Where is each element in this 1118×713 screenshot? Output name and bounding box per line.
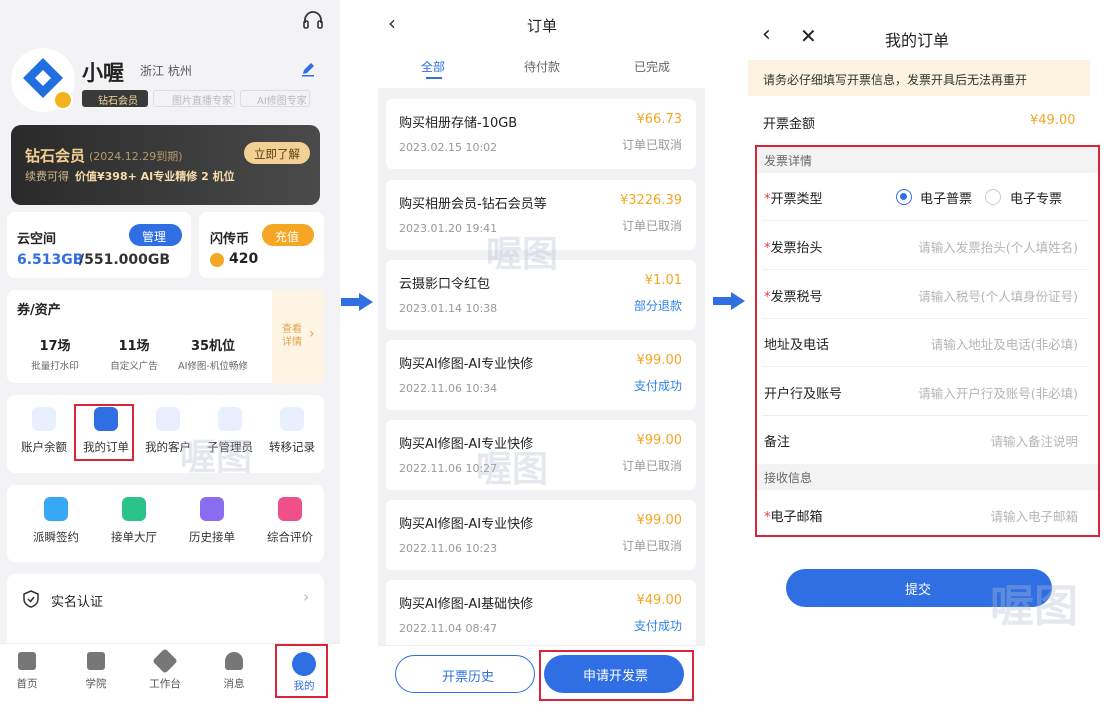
back-icon[interactable]: ‹ [762, 22, 771, 47]
highlight-my-orders [74, 404, 134, 461]
edit-icon[interactable] [300, 61, 316, 77]
storage-total: /551.000GB [79, 252, 171, 268]
reviews-item[interactable]: 综合评价 [251, 497, 329, 545]
recharge-button[interactable]: 充值 [262, 224, 314, 246]
order-card[interactable]: 购买AI修图-AI专业快修 ¥99.00 2022.11.06 10:34 支付成功 [386, 340, 696, 410]
order-card[interactable]: 购买AI修图-AI基础快修 ¥49.00 2022.11.04 08:47 支付成功 [386, 580, 696, 650]
storage-used: 6.513GB [17, 252, 84, 268]
view-details-link[interactable]: 查看详情 › [272, 290, 324, 383]
shield-icon [23, 590, 39, 608]
learn-more-button[interactable]: 立即了解 [244, 142, 310, 164]
history-orders-item[interactable]: 历史接单 [173, 497, 251, 545]
coin-value: 420 [229, 251, 259, 267]
amount-label: 开票金额 [763, 117, 816, 132]
avatar[interactable] [11, 48, 75, 112]
headset-icon[interactable] [302, 10, 324, 30]
watermark: 喔图 [180, 437, 253, 478]
coin-icon [210, 253, 224, 267]
coin-card[interactable]: 闪传币 充值 420 [199, 212, 324, 278]
page-title: 订单 [527, 17, 558, 35]
message-icon [278, 497, 302, 521]
watermark: 喔图 [990, 581, 1078, 632]
pen-icon [44, 497, 68, 521]
page-title: 我的订单 [885, 31, 950, 50]
watermark: 喔图 [486, 234, 559, 275]
diamond-icon [152, 648, 178, 674]
amount-value: ¥49.00 [1030, 113, 1076, 128]
bell-icon [225, 652, 243, 670]
coupon-stat: 11场 自定义广告 [110, 339, 158, 372]
book-icon [87, 652, 105, 670]
user-name: 小喔 [82, 61, 124, 85]
verified-badge-icon [53, 90, 73, 110]
tab-messages[interactable]: 消息 [209, 652, 259, 691]
tab-all[interactable]: 全部 [421, 58, 445, 75]
coupons-card: 券/资产 17场 批量打水印 11场 自定义广告 35机位 AI修图-机位畅修 查看详… [7, 290, 324, 383]
home-icon [18, 652, 36, 670]
tab-pending[interactable]: 待付款 [524, 58, 560, 75]
service-grid-1: 账户余额 我的订单 我的客户 子管理员 转移记录 [7, 395, 324, 473]
notice-banner: 请务必仔细填写开票信息，发票开具后无法再重开 [748, 60, 1090, 96]
ai-retouch-badge: AI修图专家 [240, 90, 310, 107]
order-card[interactable]: 购买AI修图-AI专业快修 ¥99.00 2022.11.06 10:23 订单已取消 [386, 500, 696, 570]
coupon-stat: 35机位 AI修图-机位畅修 [178, 339, 248, 372]
user-icon [32, 407, 56, 431]
transfer-icon [280, 407, 304, 431]
order-hall-item[interactable]: 接单大厅 [95, 497, 173, 545]
highlight-tab-me [275, 644, 328, 698]
service-grid-2: 派瞬签约 接单大厅 历史接单 综合评价 [7, 485, 324, 562]
back-icon[interactable]: ‹ [388, 11, 396, 35]
chevron-right-icon: › [303, 587, 310, 606]
manage-button[interactable]: 管理 [129, 224, 182, 246]
contract-item[interactable]: 派瞬签约 [17, 497, 95, 545]
tab-completed[interactable]: 已完成 [634, 58, 670, 75]
account-balance-item[interactable]: 账户余额 [13, 407, 75, 455]
invoice-form-screen: ‹ ✕ 我的订单 请务必仔细填写开票信息，发票开具后无法再重开 开票金额 ¥49… [748, 0, 1102, 713]
clock-icon [200, 497, 224, 521]
verify-row[interactable]: 实名认证 › [7, 574, 324, 654]
highlight-apply-invoice [539, 650, 694, 701]
flow-arrow-icon [341, 293, 375, 311]
transfer-records-item[interactable]: 转移记录 [261, 407, 323, 455]
tab-home[interactable]: 首页 [2, 652, 52, 691]
check-icon [122, 497, 146, 521]
orders-screen: ‹ 订单 全部 待付款 已完成 购买相册存储-10GB ¥66.73 2023.02… [378, 0, 705, 713]
tab-academy[interactable]: 学院 [71, 652, 121, 691]
highlight-form [755, 145, 1100, 537]
watermark: 喔图 [476, 449, 549, 490]
close-icon[interactable]: ✕ [800, 24, 817, 48]
invoice-history-button[interactable]: 开票历史 [395, 655, 535, 693]
tab-workbench[interactable]: 工作台 [140, 648, 190, 691]
photo-live-badge: 图片直播专家 [153, 90, 235, 107]
flow-arrow-icon [713, 292, 747, 310]
coupon-stat: 17场 批量打水印 [31, 339, 79, 372]
cloud-space-card[interactable]: 云空间 管理 6.513GB /551.000GB [7, 212, 191, 278]
vip-banner[interactable]: 钻石会员 (2024.12.29到期) 续费可得 价值¥398+ AI专业精修 … [11, 125, 320, 205]
profile-screen: 小喔 浙江 杭州 钻石会员 图片直播专家 AI修图专家 钻石会员 (2024.1… [0, 0, 340, 713]
tab-indicator [426, 77, 442, 79]
chevron-right-icon: › [309, 326, 315, 342]
order-card[interactable]: 购买相册存储-10GB ¥66.73 2023.02.15 10:02 订单已取消 [386, 99, 696, 169]
diamond-badge: 钻石会员 [82, 90, 148, 107]
users-icon [156, 407, 180, 431]
user-location: 浙江 杭州 [140, 64, 192, 78]
